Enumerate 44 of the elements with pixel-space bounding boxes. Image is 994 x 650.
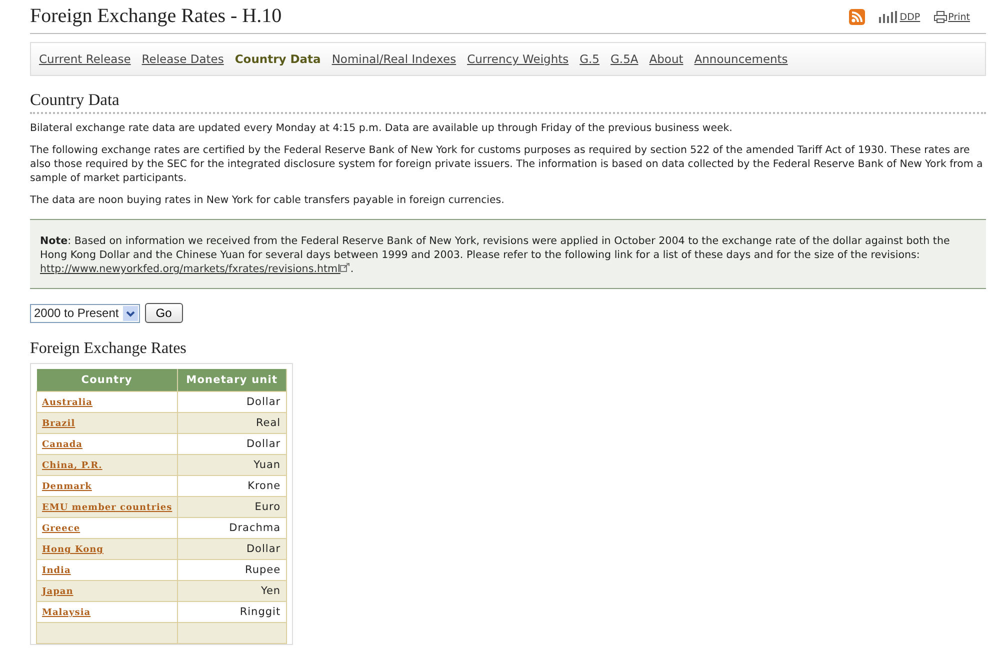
table-title: Foreign Exchange Rates <box>30 340 188 358</box>
nav-tab[interactable]: About <box>649 52 684 66</box>
country-link[interactable]: Malaysia <box>42 608 91 618</box>
rss-icon[interactable] <box>848 8 865 24</box>
column-header: Monetary unit <box>178 369 286 392</box>
nav-tab[interactable]: G.5A <box>610 52 638 66</box>
country-link[interactable]: Brazil <box>42 419 76 429</box>
ddp-link[interactable]: DDP <box>878 10 920 22</box>
printer-icon <box>934 10 948 22</box>
nav-tab[interactable]: Release Dates <box>142 52 224 66</box>
nav-tab[interactable]: Current Release <box>39 52 131 66</box>
nav-tab[interactable]: G.5 <box>580 52 600 66</box>
nav-tab[interactable]: Country Data <box>234 52 321 66</box>
table-cell: Euro <box>178 496 286 518</box>
country-link[interactable]: Canada <box>42 440 82 450</box>
external-link-icon <box>340 263 350 272</box>
country-link[interactable]: India <box>42 566 71 576</box>
country-link[interactable]: Greece <box>42 524 80 534</box>
country-link[interactable]: Hong Kong <box>42 545 104 555</box>
page-title: Foreign Exchange Rates - H.10 <box>30 5 282 28</box>
table-cell: Yuan <box>178 454 286 476</box>
go-button[interactable]: Go <box>144 303 183 323</box>
column-header: Country <box>36 369 178 392</box>
country-link[interactable]: Japan <box>42 587 74 597</box>
period-select[interactable]: 2000 to Present <box>30 304 140 322</box>
nav-tab[interactable]: Nominal/Real Indexes <box>332 52 456 66</box>
table-cell: Yen <box>178 580 286 602</box>
country-link[interactable]: Australia <box>42 398 92 408</box>
country-link[interactable]: Denmark <box>42 482 92 492</box>
paragraph: The data are noon buying rates in New York for cable transfers payable in foreign currencies. <box>30 194 506 208</box>
table-cell: Real <box>178 412 286 434</box>
print-link[interactable]: Print <box>934 10 970 22</box>
section-title: Country Data <box>30 90 986 114</box>
revisions-link[interactable]: http://www.newyorkfed.org/markets/fxrates/revisions.html <box>40 263 340 275</box>
nav-tab[interactable]: Announcements <box>694 52 788 66</box>
country-link[interactable]: China, P.R. <box>42 461 102 471</box>
country-link[interactable]: EMU member countries <box>42 503 172 513</box>
bar-chart-icon <box>878 10 899 22</box>
note-text: Note: Based on information we received from the Federal Reserve Bank of New York, revisions were applied in October 2004 to the exchange rate of the dollar against both the Hong Kong Dollar and the Chinese Yuan for several days between 1999 and 2003. Please refer to the following link for a list of these days and for the size of the revisions: http://www.newyorkfed.org/markets/fxrates/revisions.html . <box>40 234 951 276</box>
table-cell: Dollar <box>178 392 286 412</box>
nav-tab[interactable]: Currency Weights <box>467 52 569 66</box>
table-cell: Dollar <box>178 538 286 560</box>
paragraph: Bilateral exchange rate data are updated every Monday at 4:15 p.m. Data are available up through Friday of the previous business week. <box>30 122 734 136</box>
paragraph: The following exchange rates are certified by the Federal Reserve Bank of New York for customs purposes as required by section 522 of the amended Tariff Act of 1930. These rates are also those required by the SEC for the integrated disclosure system for foreign private issuers. The information is based on data collected by the Federal Reserve Bank of New York from a sample of market participants. <box>30 144 984 186</box>
